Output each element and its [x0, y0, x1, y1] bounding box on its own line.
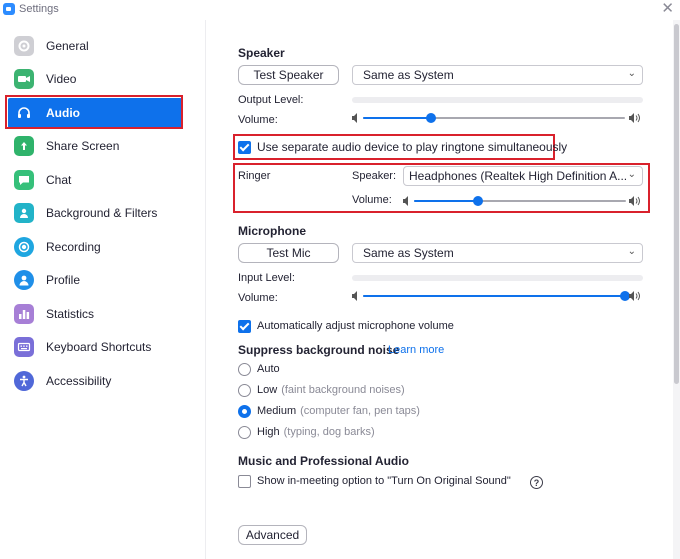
- sidebar-item-profile[interactable]: Profile: [8, 265, 182, 295]
- music-audio-title: Music and Professional Audio: [238, 454, 409, 468]
- suppress-option-low: Low (faint background noises): [257, 384, 405, 396]
- accessibility-icon: [14, 371, 34, 391]
- output-level-label: Output Level:: [238, 94, 304, 106]
- learn-more-link[interactable]: Learn more: [388, 344, 444, 356]
- option-description: (faint background noises): [281, 384, 405, 396]
- window-title: Settings: [19, 3, 59, 15]
- chat-bubble-icon: [14, 170, 34, 190]
- slider-fill: [363, 117, 432, 119]
- option-description: (typing, dog barks): [283, 426, 375, 438]
- microphone-section-title: Microphone: [238, 224, 306, 238]
- sidebar-item-keyboard-shortcuts[interactable]: Keyboard Shortcuts: [8, 332, 182, 362]
- share-screen-icon: [14, 136, 34, 156]
- keyboard-icon: [14, 337, 34, 357]
- suppress-radio-low[interactable]: [238, 384, 251, 397]
- sidebar-item-background-filters[interactable]: Background & Filters: [8, 198, 182, 228]
- speaker-volume-label: Volume:: [238, 114, 278, 126]
- speaker-section-title: Speaker: [238, 46, 285, 60]
- suppress-option-medium: Medium (computer fan, pen taps): [257, 405, 420, 417]
- microphone-device-value: Same as System: [363, 246, 454, 260]
- sidebar-item-recording[interactable]: Recording: [8, 232, 182, 262]
- ringtone-checkbox-label: Use separate audio device to play ringto…: [257, 140, 568, 154]
- option-label: Auto: [257, 363, 280, 375]
- auto-adjust-mic-label: Automatically adjust microphone volume: [257, 320, 454, 332]
- chevron-down-icon: ⌄: [627, 169, 636, 180]
- ringer-title: Ringer: [238, 170, 271, 182]
- volume-high-icon: [629, 196, 640, 206]
- sidebar-item-label: Recording: [46, 240, 101, 254]
- slider-fill: [363, 295, 625, 297]
- title-bar: Settings ✕: [0, 0, 680, 20]
- sidebar-item-label: Keyboard Shortcuts: [46, 340, 152, 354]
- suppress-noise-title: Suppress background noise: [238, 343, 400, 357]
- video-camera-icon: [14, 69, 34, 89]
- microphone-device-select[interactable]: Same as System ⌄: [352, 243, 643, 263]
- sidebar-item-general[interactable]: General: [8, 31, 182, 61]
- divider: [205, 20, 206, 559]
- volume-high-icon: [629, 113, 640, 123]
- original-sound-label: Show in-meeting option to "Turn On Origi…: [257, 475, 511, 487]
- sidebar-item-label: Statistics: [46, 307, 95, 321]
- suppress-radio-medium[interactable]: [238, 405, 251, 418]
- ringer-speaker-label: Speaker:: [352, 170, 397, 182]
- input-level-label: Input Level:: [238, 272, 295, 284]
- bar-chart-icon: [14, 304, 34, 324]
- microphone-volume-slider[interactable]: [352, 290, 643, 302]
- suppress-radio-high[interactable]: [238, 426, 251, 439]
- microphone-volume-label: Volume:: [238, 292, 278, 304]
- suppress-option-high: High (typing, dog barks): [257, 426, 375, 438]
- speaker-device-value: Same as System: [363, 68, 454, 82]
- option-label: Low: [257, 384, 278, 396]
- person-background-icon: [14, 203, 34, 223]
- test-mic-button[interactable]: Test Mic: [238, 243, 339, 263]
- test-speaker-button[interactable]: Test Speaker: [238, 65, 339, 85]
- audio-highlight-box: [5, 95, 183, 129]
- input-level-meter: [352, 275, 643, 281]
- advanced-button[interactable]: Advanced: [238, 525, 307, 545]
- ringer-volume-label: Volume:: [352, 194, 392, 206]
- sidebar-item-chat[interactable]: Chat: [8, 165, 182, 195]
- suppress-radio-auto[interactable]: [238, 363, 251, 376]
- ringer-device-value: Headphones (Realtek High Definition A...: [409, 169, 628, 183]
- option-label: Medium: [257, 405, 297, 417]
- volume-low-icon: [352, 291, 357, 301]
- option-description: (computer fan, pen taps): [300, 405, 420, 417]
- sidebar-item-label: Profile: [46, 273, 81, 287]
- slider-fill: [414, 200, 478, 202]
- output-level-meter: [352, 97, 643, 103]
- volume-low-icon: [352, 113, 357, 123]
- speaker-device-select[interactable]: Same as System ⌄: [352, 65, 643, 85]
- volume-low-icon: [403, 196, 408, 206]
- record-icon: [14, 237, 34, 257]
- auto-adjust-mic-checkbox[interactable]: [238, 320, 251, 333]
- sidebar-item-label: Background & Filters: [46, 206, 158, 220]
- ringtone-checkbox[interactable]: [238, 141, 251, 154]
- scrollbar-thumb[interactable]: [674, 24, 679, 384]
- sidebar-item-label: Share Screen: [46, 139, 120, 153]
- gear-icon: [14, 36, 34, 56]
- close-icon[interactable]: ✕: [661, 1, 674, 17]
- chevron-down-icon: ⌄: [627, 246, 636, 257]
- sidebar-item-accessibility[interactable]: Accessibility: [8, 366, 182, 396]
- sidebar-item-label: General: [46, 39, 89, 53]
- ringer-device-select[interactable]: Headphones (Realtek High Definition A...…: [403, 166, 643, 186]
- help-icon[interactable]: ?: [530, 476, 543, 489]
- sidebar-item-label: Chat: [46, 173, 72, 187]
- sidebar-item-share-screen[interactable]: Share Screen: [8, 131, 182, 161]
- person-icon: [14, 270, 34, 290]
- speaker-volume-slider[interactable]: [352, 112, 643, 124]
- slider-knob[interactable]: [426, 113, 437, 123]
- original-sound-checkbox[interactable]: [238, 475, 251, 488]
- suppress-option-auto: Auto: [257, 363, 284, 375]
- sidebar-item-statistics[interactable]: Statistics: [8, 299, 182, 329]
- volume-high-icon: [629, 291, 640, 301]
- chevron-down-icon: ⌄: [627, 68, 636, 79]
- zoom-app-icon: [3, 3, 15, 15]
- sidebar-item-video[interactable]: Video: [8, 64, 182, 94]
- ringer-volume-slider[interactable]: [403, 195, 643, 207]
- slider-knob[interactable]: [472, 196, 483, 206]
- option-label: High: [257, 426, 280, 438]
- sidebar-item-label: Video: [46, 72, 77, 86]
- sidebar-item-label: Accessibility: [46, 374, 112, 388]
